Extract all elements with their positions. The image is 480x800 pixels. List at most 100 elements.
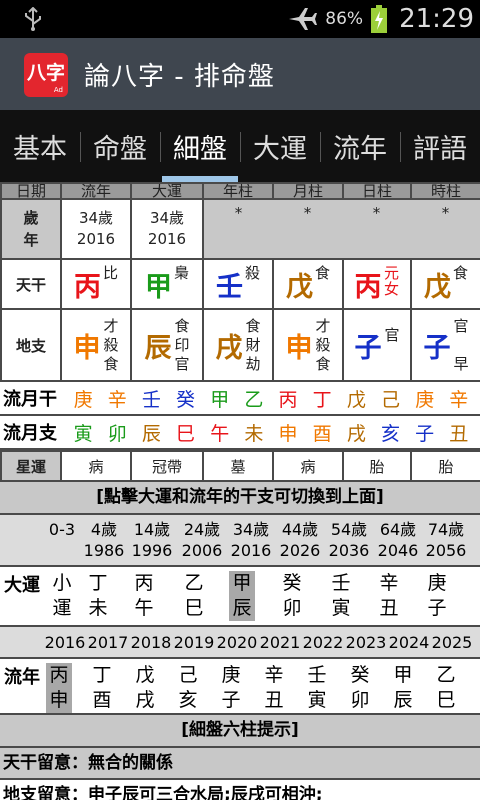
liuyue-zhi-2: 卯 [107, 422, 127, 445]
dayun-age-2: 4歲 1986 [83, 520, 125, 560]
pillar-table: 日期 流年 大運 年柱 月柱 日柱 時柱 歲年 34歲 2016 34歲 2016 … [0, 182, 480, 382]
liuyue-zhi-4: 巳 [176, 422, 196, 445]
liunian-ganzhi-row: 流年 丙申 丁酉 戊戌 己亥 庚子 辛丑 壬寅 癸卯 甲辰 乙巳 [0, 659, 480, 715]
liunian-row-label: 流年 [4, 667, 40, 688]
detail-content[interactable]: 日期 流年 大運 年柱 月柱 日柱 時柱 歲年 34歲 2016 34歲 2016 … [0, 182, 480, 800]
dayun-age-1: 0-3 [48, 520, 76, 539]
liuyue-gan-8: 丁 [312, 388, 332, 411]
dayun-pillar-7[interactable]: 壬寅 [328, 571, 354, 621]
dayun-ganzhi-row: 大運 小運 丁未 丙午 乙巳 甲辰 癸卯 壬寅 辛丑 庚子 [0, 567, 480, 627]
dayun-age-8: 64歲 2046 [377, 520, 419, 560]
liunian-year-1: 2016 [44, 633, 86, 652]
liunian-pillar-6[interactable]: 辛丑 [261, 663, 287, 713]
dayun-age-5: 34歲 2016 [230, 520, 272, 560]
liunian-pillar-7[interactable]: 壬寅 [304, 663, 330, 713]
liuyue-gan-6: 乙 [244, 388, 264, 411]
age-label: 歲年 [0, 198, 62, 260]
liuyue-zhi-label: 流月支 [3, 423, 57, 444]
header-year-pillar: 年柱 [202, 182, 274, 200]
usb-icon [25, 7, 41, 31]
dayun-pillar-4[interactable]: 乙巳 [181, 571, 207, 621]
app-logo[interactable]: 八字 Ad [24, 53, 68, 97]
liunian-year-3: 2018 [130, 633, 172, 652]
battery-charging-icon [371, 5, 388, 33]
dayun-ages-row: 0-3 4歲 1986 14歲 1996 24歲 2006 34歲 2016 44歲 20… [0, 515, 480, 567]
liunian-pillar-10[interactable]: 乙巳 [433, 663, 459, 713]
dayun-pillar-9[interactable]: 庚子 [424, 571, 450, 621]
liuyue-zhi-1: 寅 [73, 422, 93, 445]
dayun-age-cell: 34歲 2016 [130, 198, 204, 260]
liuyue-gan-7: 丙 [278, 388, 298, 411]
dayun-age-4: 24歲 2006 [181, 520, 223, 560]
tiangan-liunian[interactable]: 丙比 [60, 258, 132, 310]
header-liunian: 流年 [60, 182, 132, 200]
dayun-row-label: 大運 [4, 575, 40, 596]
liuyue-zhi-8: 酉 [312, 422, 332, 445]
dayun-pillar-5-selected[interactable]: 甲辰 [229, 571, 255, 621]
liuyue-gan-4: 癸 [176, 388, 196, 411]
dayun-pillar-2[interactable]: 丁未 [85, 571, 111, 621]
dayun-pillar-3[interactable]: 丙午 [131, 571, 157, 621]
tiangan-year: 壬殺 [202, 258, 274, 310]
liunian-year-4: 2019 [173, 633, 215, 652]
app-bar: 八字 Ad 論八字 - 排命盤 [0, 38, 480, 110]
dayun-pillar-8[interactable]: 辛丑 [376, 571, 402, 621]
app-logo-sub: Ad [53, 86, 63, 94]
six-pillar-hint-banner: [細盤六柱提示] [0, 715, 480, 748]
tab-bar: 基本 命盤 細盤 大運 流年 評語 [0, 110, 480, 182]
dizhi-liunian[interactable]: 申才殺食 [60, 308, 132, 382]
dayun-age-3: 14歲 1996 [131, 520, 173, 560]
tab-detail[interactable]: 細盤 [160, 110, 240, 182]
liunian-pillar-5[interactable]: 庚子 [218, 663, 244, 713]
liuyue-gan-9: 戊 [346, 388, 366, 411]
dizhi-dayun[interactable]: 辰食印官 [130, 308, 204, 382]
xingyun-day: 胎 [342, 450, 412, 482]
pillar-age-cells: * * * * [202, 198, 480, 260]
liunian-year-2: 2017 [87, 633, 129, 652]
tiangan-dayun[interactable]: 甲梟 [130, 258, 204, 310]
tiangan-label: 天干 [0, 258, 62, 310]
xingyun-hour: 胎 [410, 450, 480, 482]
app-logo-text: 八字 [27, 62, 66, 84]
dizhi-month: 申才殺食 [272, 308, 344, 382]
xingyun-table: 星運 病 冠帶 墓 病 胎 胎 [0, 450, 480, 482]
dayun-age-6: 44歲 2026 [279, 520, 321, 560]
dayun-age-7: 54歲 2036 [328, 520, 370, 560]
tab-basic[interactable]: 基本 [0, 110, 80, 182]
liuyue-gan-10: 己 [380, 388, 400, 411]
dizhi-day: 子官 [342, 308, 412, 382]
liuyue-zhi-5: 午 [210, 422, 230, 445]
liuyue-zhi-12: 丑 [449, 422, 469, 445]
dayun-pillar-1[interactable]: 小運 [49, 571, 75, 621]
liunian-pillar-4[interactable]: 己亥 [175, 663, 201, 713]
table-header-row: 日期 流年 大運 年柱 月柱 日柱 時柱 [0, 182, 480, 200]
tab-dayun[interactable]: 大運 [240, 110, 320, 182]
liunian-pillar-1-selected[interactable]: 丙申 [46, 663, 72, 713]
liunian-year-5: 2020 [216, 633, 258, 652]
liunian-year-6: 2021 [259, 633, 301, 652]
app-title: 論八字 - 排命盤 [84, 62, 275, 92]
liuyue-zhi-7: 申 [278, 422, 298, 445]
dizhi-note: 地支留意：申子辰可三合水局;辰戌可相沖; [0, 780, 480, 800]
header-date: 日期 [0, 182, 62, 200]
tab-comments[interactable]: 評語 [400, 110, 480, 182]
tiangan-row: 天干 丙比 甲梟 壬殺 戊食 丙元女 戊食 [0, 258, 480, 310]
tiangan-hour: 戊食 [410, 258, 480, 310]
liunian-pillar-3[interactable]: 戊戌 [132, 663, 158, 713]
tab-liunian[interactable]: 流年 [320, 110, 400, 182]
dayun-age-9: 74歲 2056 [425, 520, 467, 560]
switch-hint-banner: [點擊大運和流年的干支可切換到上面] [0, 482, 480, 515]
status-bar: 86% 21:29 [0, 0, 480, 38]
tiangan-note: 天干留意：無合的關係 [0, 748, 480, 780]
liunian-years-row: 2016 2017 2018 2019 2020 2021 2022 2023 … [0, 627, 480, 659]
liunian-pillar-8[interactable]: 癸卯 [347, 663, 373, 713]
liunian-pillar-9[interactable]: 甲辰 [390, 663, 416, 713]
tiangan-day: 丙元女 [342, 258, 412, 310]
tab-chart[interactable]: 命盤 [80, 110, 160, 182]
xingyun-liunian: 病 [60, 450, 132, 482]
liuyue-zhi-11: 子 [415, 422, 435, 445]
dayun-pillar-6[interactable]: 癸卯 [279, 571, 305, 621]
liuyue-zhi-10: 亥 [380, 422, 400, 445]
xingyun-month: 病 [272, 450, 344, 482]
liunian-pillar-2[interactable]: 丁酉 [89, 663, 115, 713]
